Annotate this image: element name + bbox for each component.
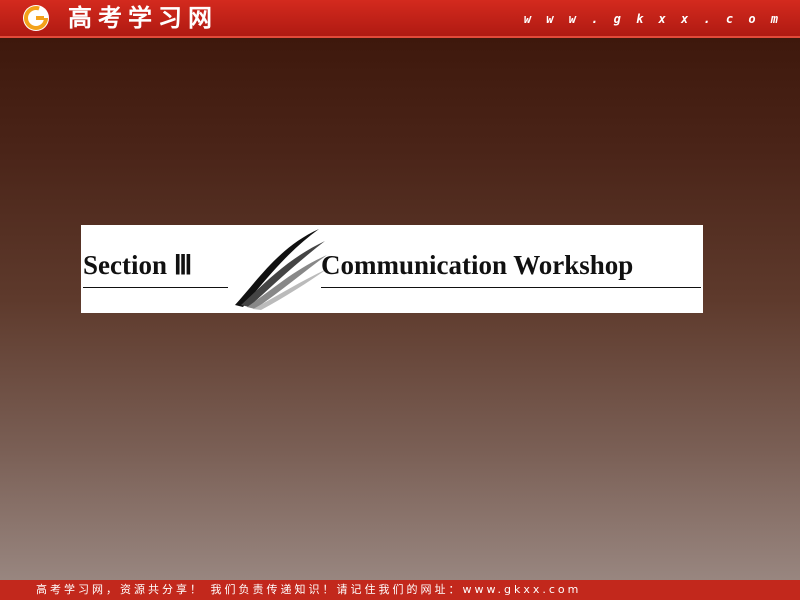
site-url[interactable]: w w w . g k x x . c o m: [524, 8, 782, 30]
site-name: 高考学习网: [68, 4, 218, 32]
title-card: Section Ⅲ Communication Workshop: [81, 225, 703, 313]
header-divider: [0, 36, 800, 38]
section-label: Section Ⅲ: [83, 250, 193, 280]
footer-bar: 高考学习网，资源共分享！ 我们负责传递知识！请记住我们的网址：www.gkxx.…: [0, 580, 800, 600]
title-underline: [321, 287, 701, 288]
footer-text: 高考学习网，资源共分享！ 我们负责传递知识！请记住我们的网址：www.gkxx.…: [36, 583, 582, 596]
g-circle-logo-icon: [23, 5, 49, 31]
header-bar: 高考学习网 w w w . g k x x . c o m: [0, 0, 800, 36]
workshop-title: Communication Workshop: [321, 250, 634, 280]
swoosh-icon: [235, 229, 327, 310]
section-underline: [83, 287, 228, 288]
